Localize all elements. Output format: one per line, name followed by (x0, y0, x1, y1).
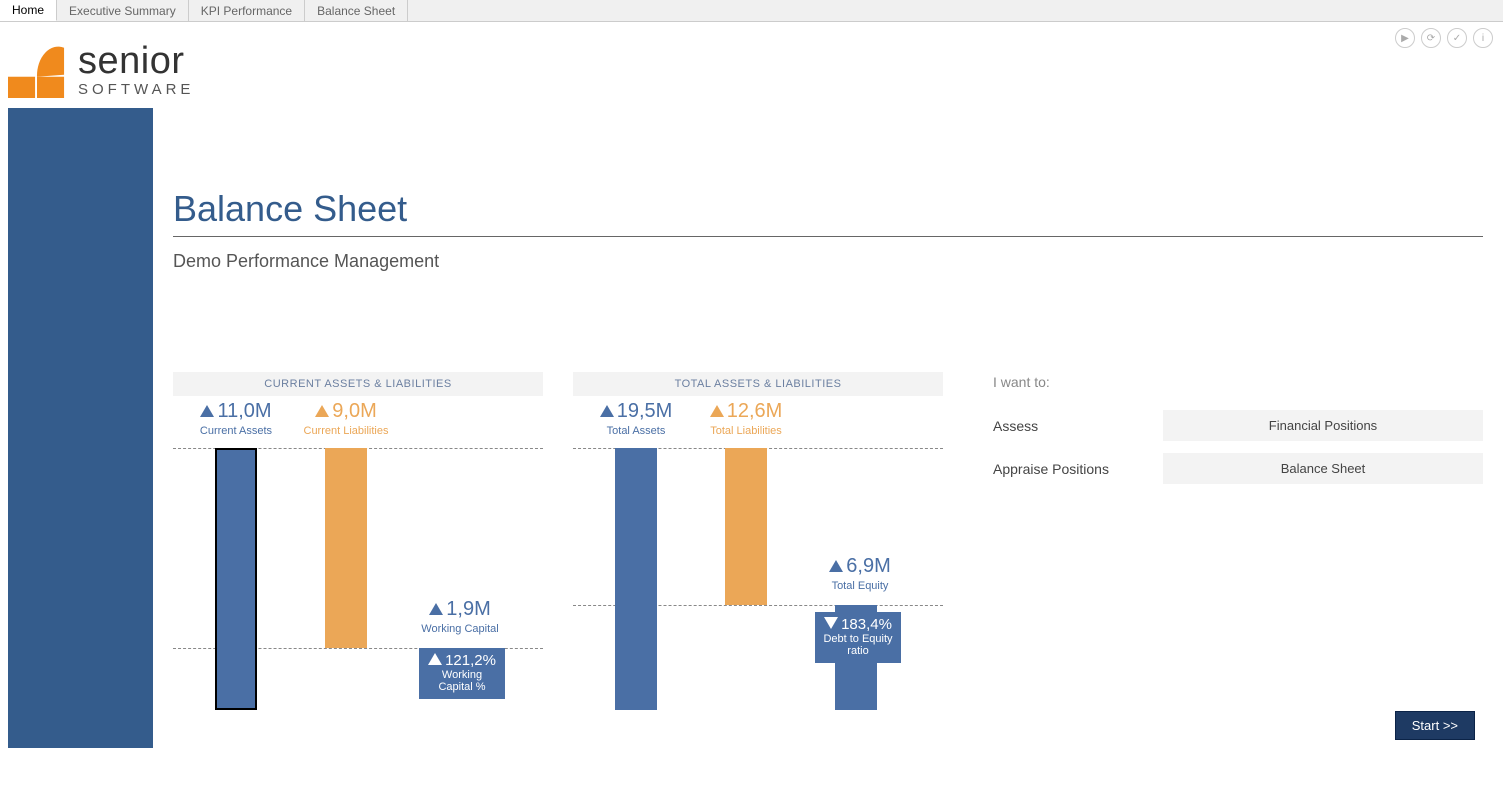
metric-total-liabilities: 12,6M Total Liabilities (691, 400, 801, 438)
metric-current-liabilities: 9,0M Current Liabilities (291, 400, 401, 438)
right-row-assess: Assess Financial Positions (993, 410, 1483, 441)
chart-current-assets-liabilities: CURRENT ASSETS & LIABILITIES 11,0M Curre… (173, 372, 543, 710)
tab-executive-summary[interactable]: Executive Summary (57, 0, 189, 21)
arrow-up-icon (200, 405, 214, 417)
logo-sub: SOFTWARE (78, 82, 194, 97)
right-row-appraise: Appraise Positions Balance Sheet (993, 453, 1483, 484)
tab-kpi-performance[interactable]: KPI Performance (189, 0, 305, 21)
metric-value: 1,9M (446, 598, 490, 620)
metric-working-capital: 1,9M Working Capital (405, 598, 515, 636)
logo-name: senior (78, 42, 194, 80)
metric-label: Total Assets (581, 425, 691, 438)
chart-total-assets-liabilities: TOTAL ASSETS & LIABILITIES 19,5M Total A… (573, 372, 943, 710)
metric-value: 6,9M (846, 555, 890, 577)
arrow-up-icon (829, 560, 843, 572)
tab-home[interactable]: Home (0, 0, 57, 21)
metric-label: Total Liabilities (691, 425, 801, 438)
chart-title: CURRENT ASSETS & LIABILITIES (173, 372, 543, 396)
arrow-up-icon (429, 603, 443, 615)
metric-value: 12,6M (727, 400, 783, 422)
metric-label: Current Assets (181, 425, 291, 438)
box-debt-equity-ratio: 183,4% Debt to Equity ratio (815, 612, 901, 663)
arrow-up-icon (600, 405, 614, 417)
tab-balance-sheet[interactable]: Balance Sheet (305, 0, 408, 21)
logo-text: senior SOFTWARE (78, 42, 194, 97)
right-panel-title: I want to: (993, 372, 1483, 390)
metric-label: Current Liabilities (291, 425, 401, 438)
refresh-icon[interactable]: ⟳ (1421, 28, 1441, 48)
right-row-label: Appraise Positions (993, 461, 1163, 477)
sidebar (8, 108, 153, 748)
metric-total-equity: 6,9M Total Equity (805, 555, 915, 593)
right-panel: I want to: Assess Financial Positions Ap… (993, 372, 1483, 710)
metric-value: 11,0M (217, 400, 271, 422)
metric-value: 19,5M (617, 400, 673, 422)
check-icon[interactable]: ✓ (1447, 28, 1467, 48)
arrow-up-icon (710, 405, 724, 417)
chart-title: TOTAL ASSETS & LIABILITIES (573, 372, 943, 396)
box-label: Working Capital % (425, 669, 499, 693)
right-row-label: Assess (993, 418, 1163, 434)
bar-current-assets (215, 448, 257, 710)
right-row-box-balance-sheet[interactable]: Balance Sheet (1163, 453, 1483, 484)
page-title: Balance Sheet (173, 188, 1483, 230)
metric-label: Total Equity (805, 580, 915, 593)
bar-total-assets (615, 448, 657, 710)
arrow-down-icon (824, 617, 838, 629)
logo-mark (8, 40, 66, 98)
box-working-capital-pct: 121,2% Working Capital % (419, 648, 505, 699)
info-icon[interactable]: i (1473, 28, 1493, 48)
tab-strip: Home Executive Summary KPI Performance B… (0, 0, 1503, 22)
metric-total-assets: 19,5M Total Assets (581, 400, 691, 438)
bar-current-liabilities (325, 448, 367, 648)
box-value: 121,2% (445, 652, 496, 669)
bar-total-liabilities (725, 448, 767, 605)
title-rule (173, 236, 1483, 237)
play-icon[interactable]: ▶ (1395, 28, 1415, 48)
metric-label: Working Capital (405, 623, 515, 636)
arrow-up-icon (315, 405, 329, 417)
arrow-up-icon (428, 653, 442, 665)
toolbar-icons: ▶ ⟳ ✓ i (1395, 28, 1493, 48)
page-subtitle: Demo Performance Management (173, 251, 1483, 272)
right-row-box-financial-positions[interactable]: Financial Positions (1163, 410, 1483, 441)
metric-value: 9,0M (332, 400, 376, 422)
logo: senior SOFTWARE (0, 22, 1503, 108)
metric-current-assets: 11,0M Current Assets (181, 400, 291, 438)
box-label: Debt to Equity ratio (821, 633, 895, 657)
box-value: 183,4% (841, 616, 892, 633)
main-content: Balance Sheet Demo Performance Managemen… (153, 108, 1503, 748)
start-button[interactable]: Start >> (1395, 711, 1475, 740)
